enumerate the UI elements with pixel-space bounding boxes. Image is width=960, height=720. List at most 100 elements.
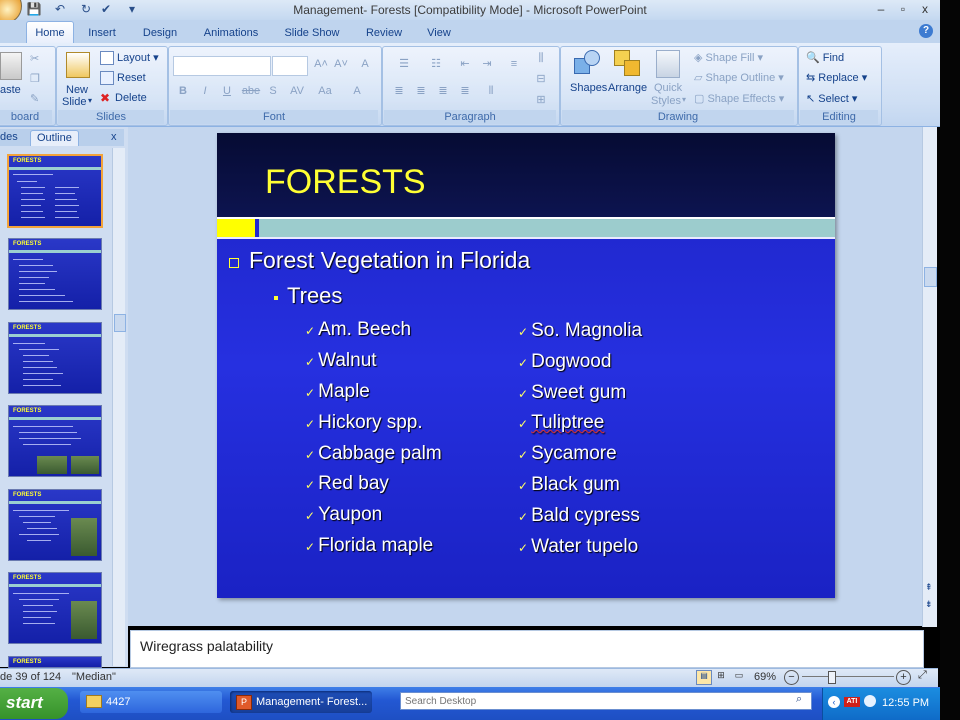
close-pane-icon[interactable]: x <box>111 130 117 145</box>
line-spacing-icon[interactable]: ≡ <box>502 56 526 73</box>
taskbar-powerpoint-button[interactable]: P Management- Forest... <box>230 691 372 713</box>
editor-scrollbar[interactable]: ⇞ ⇟ <box>922 127 937 627</box>
zoom-out-icon[interactable]: − <box>784 670 799 685</box>
replace-button[interactable]: ⇆ Replace ▾ <box>806 71 867 84</box>
format-painter-icon[interactable]: ✎ <box>30 92 39 105</box>
shape-outline-button[interactable]: ▱ Shape Outline ▾ <box>694 71 784 84</box>
theme-name[interactable]: "Median" <box>72 671 116 683</box>
text-shadow-button[interactable]: S <box>264 83 282 100</box>
font-size-combo[interactable] <box>272 56 308 76</box>
smartart-icon[interactable]: ⊞ <box>532 92 550 109</box>
copy-icon[interactable]: ❐ <box>30 72 40 85</box>
character-spacing-button[interactable]: AV <box>286 83 308 100</box>
quick-styles-label-1[interactable]: Quick <box>654 82 682 94</box>
list-item[interactable]: ✓ Am. Beech <box>305 319 411 341</box>
slide-thumbnail[interactable]: FORESTS <box>8 238 102 310</box>
tab-slides[interactable]: des <box>0 130 18 145</box>
zoom-level[interactable]: 69% <box>754 671 776 683</box>
slide-thumbnail[interactable]: FORESTS <box>7 154 103 228</box>
tab-outline[interactable]: Outline <box>30 130 79 146</box>
next-slide-icon[interactable]: ⇟ <box>925 599 933 610</box>
slide-canvas[interactable]: FORESTS Forest Vegetation in Florida Tre… <box>217 133 835 598</box>
close-button[interactable]: x <box>914 0 936 18</box>
list-item[interactable]: ✓ So. Magnolia <box>518 320 642 342</box>
text-direction-icon[interactable]: ⫼ <box>532 50 550 67</box>
arrange-button[interactable]: Arrange <box>608 82 647 94</box>
list-item[interactable]: ✓ Red bay <box>305 473 389 495</box>
list-item[interactable]: ✓ Water tupelo <box>518 536 638 558</box>
list-item[interactable]: ✓ Yaupon <box>305 504 382 526</box>
font-name-combo[interactable] <box>173 56 271 76</box>
shapes-button[interactable]: Shapes <box>570 82 607 94</box>
list-item[interactable]: ✓ Bald cypress <box>518 505 640 527</box>
bullets-icon[interactable]: ☰ <box>390 56 418 73</box>
align-right-icon[interactable]: ≣ <box>434 83 452 100</box>
decrease-indent-icon[interactable]: ⇤ <box>456 56 474 73</box>
slide-thumbnail[interactable]: FORESTS <box>8 489 102 561</box>
columns-icon[interactable]: ⫴ <box>482 83 500 100</box>
zoom-slider-thumb[interactable] <box>828 671 836 684</box>
shrink-font-button[interactable]: A˅ <box>332 56 350 73</box>
tab-view[interactable]: View <box>420 24 458 43</box>
slide-thumbnail[interactable]: FORESTS <box>8 656 102 668</box>
tray-arrow-icon[interactable]: ‹ <box>828 696 840 708</box>
shape-effects-button[interactable]: ▢ Shape Effects ▾ <box>694 92 784 105</box>
change-case-button[interactable]: Aa <box>314 83 336 100</box>
pane-scroll-thumb[interactable] <box>114 314 126 332</box>
list-item[interactable]: ✓ Black gum <box>518 474 620 496</box>
start-button[interactable]: start <box>0 688 68 719</box>
list-item[interactable]: ✓ Sycamore <box>518 443 617 465</box>
shape-fill-button[interactable]: ◈ Shape Fill ▾ <box>694 51 763 64</box>
editor-scroll-thumb[interactable] <box>924 267 937 287</box>
slide-title[interactable]: FORESTS <box>265 163 426 202</box>
slide-thumbnail[interactable]: FORESTS <box>8 322 102 394</box>
slide-thumbnail[interactable]: FORESTS <box>8 572 102 644</box>
normal-view-icon[interactable]: ▤ <box>696 670 712 685</box>
clock[interactable]: 12:55 PM <box>882 697 929 709</box>
justify-icon[interactable]: ≣ <box>456 83 474 100</box>
tab-review[interactable]: Review <box>360 24 408 43</box>
quick-styles-dropdown-icon[interactable]: ▾ <box>682 95 686 104</box>
slide-sorter-icon[interactable]: ⊞ <box>714 670 728 683</box>
fit-to-window-icon[interactable]: ⤢ <box>918 669 927 682</box>
tab-insert[interactable]: Insert <box>80 24 124 43</box>
notes-text[interactable]: Wiregrass palatability <box>140 638 273 654</box>
layout-button[interactable]: Layout ▾ <box>100 51 159 66</box>
new-slide-label-2[interactable]: Slide <box>62 96 86 108</box>
taskbar-folder-button[interactable]: 4427 <box>80 691 222 713</box>
zoom-slider[interactable] <box>802 676 894 677</box>
grow-font-button[interactable]: A˄ <box>312 56 330 73</box>
new-slide-dropdown-icon[interactable]: ▾ <box>88 96 92 105</box>
list-item[interactable]: ✓ Maple <box>305 381 370 403</box>
tab-home[interactable]: Home <box>26 21 74 44</box>
network-tray-icon[interactable] <box>864 695 876 707</box>
align-text-icon[interactable]: ⊟ <box>532 71 550 88</box>
quick-styles-label-2[interactable]: Styles <box>651 95 681 107</box>
pane-scrollbar[interactable] <box>112 148 126 666</box>
tab-animations[interactable]: Animations <box>198 24 264 43</box>
zoom-in-icon[interactable]: + <box>896 670 911 685</box>
cut-icon[interactable]: ✂ <box>30 52 39 65</box>
restore-button[interactable]: ▫ <box>892 0 914 18</box>
paste-button[interactable]: aste <box>0 84 21 96</box>
select-button[interactable]: ↖ Select ▾ <box>806 92 857 105</box>
clear-formatting-button[interactable]: A <box>356 56 374 73</box>
bold-button[interactable]: B <box>174 83 192 100</box>
tab-slide-show[interactable]: Slide Show <box>278 24 346 43</box>
bullet-level-1[interactable]: Forest Vegetation in Florida <box>249 247 530 274</box>
underline-button[interactable]: U <box>218 83 236 100</box>
ati-tray-icon[interactable]: ATI <box>844 697 860 707</box>
desktop-search-input[interactable] <box>400 692 812 710</box>
list-item[interactable]: ✓ Florida maple <box>305 535 433 557</box>
increase-indent-icon[interactable]: ⇥ <box>478 56 496 73</box>
delete-button[interactable]: ✖ Delete <box>100 92 147 104</box>
list-item[interactable]: ✓ Hickory spp. <box>305 412 423 434</box>
slide-thumbnail[interactable]: FORESTS <box>8 405 102 477</box>
minimize-button[interactable]: – <box>870 0 892 18</box>
strikethrough-button[interactable]: abe <box>240 83 262 100</box>
previous-slide-icon[interactable]: ⇞ <box>925 582 933 593</box>
list-item[interactable]: ✓ Tuliptree <box>518 412 604 434</box>
help-icon[interactable]: ? <box>919 24 933 38</box>
numbering-icon[interactable]: ☷ <box>422 56 450 73</box>
search-icon[interactable]: ⌕ <box>796 693 802 706</box>
